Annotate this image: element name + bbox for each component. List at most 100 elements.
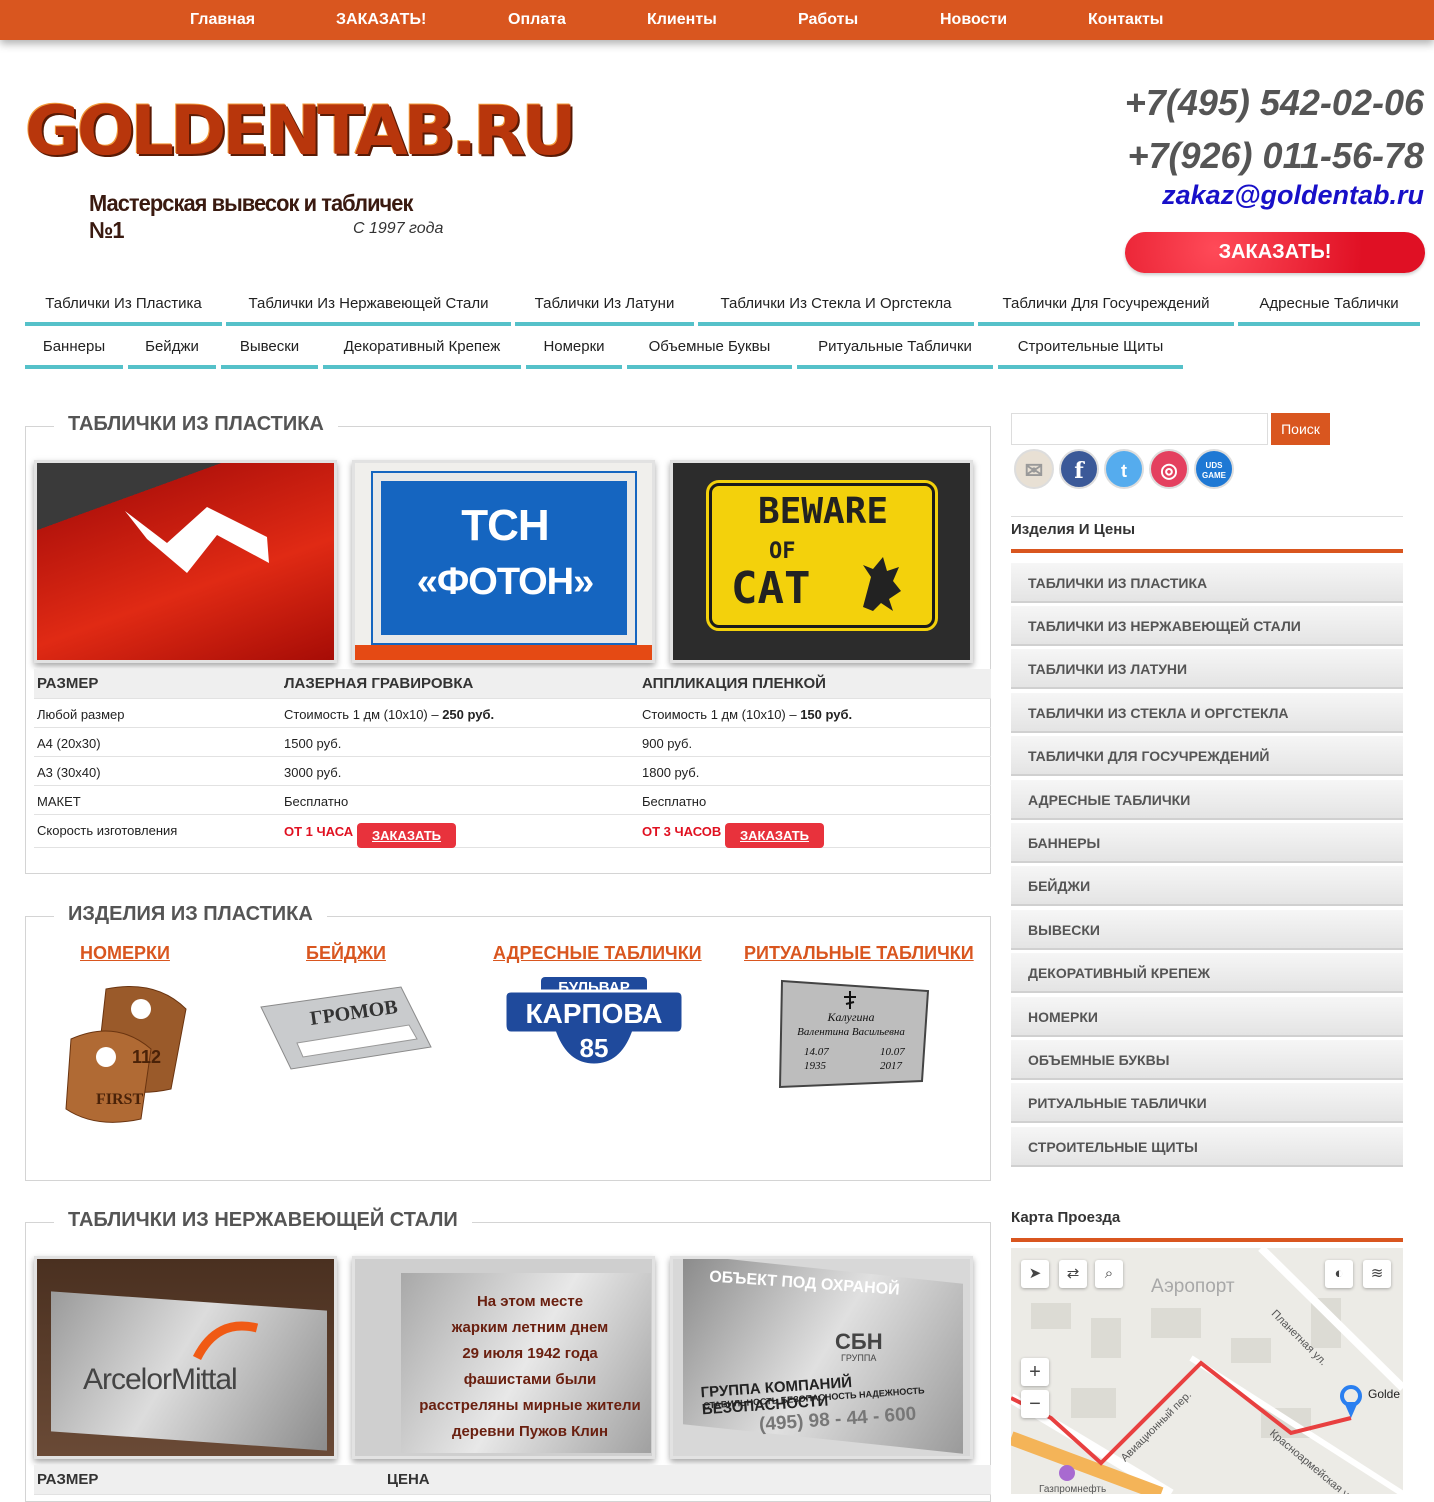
cat-plastic[interactable]: Таблички Из Пластика	[25, 286, 222, 326]
laser-order-button[interactable]: ЗАКАЗАТЬ	[357, 823, 457, 848]
steel-photo-security: ОБЪЕКТ ПОД ОХРАНОЙ СБН ГРУППА ГРУППА КОМ…	[670, 1256, 973, 1459]
products-section: ИЗДЕЛИЯ ИЗ ПЛАСТИКА НОМЕРКИ БЕЙДЖИ АДРЕС…	[25, 903, 991, 1181]
ritual-plaque-image[interactable]: Калугина Валентина Васильевна 14.07 1935…	[776, 977, 936, 1092]
ritual-name: Валентина Васильевна	[797, 1026, 905, 1038]
section-title: ИЗДЕЛИЯ ИЗ ПЛАСТИКА	[54, 903, 327, 926]
cat-banners[interactable]: Баннеры	[25, 329, 123, 369]
sidebar-item-numbers[interactable]: НОМЕРКИ	[1011, 997, 1403, 1037]
nav-home[interactable]: Главная	[190, 11, 255, 29]
nav-clients[interactable]: Клиенты	[647, 11, 717, 29]
nav-payment[interactable]: Оплата	[508, 11, 566, 29]
map-district: Аэропорт	[1151, 1276, 1235, 1297]
search-input[interactable]	[1011, 413, 1268, 445]
zoom-out-button[interactable]: −	[1021, 1390, 1049, 1418]
sidebar-item-brass[interactable]: ТАБЛИЧКИ ИЗ ЛАТУНИ	[1011, 649, 1403, 689]
cat-icon	[863, 557, 901, 611]
cat-fasteners[interactable]: Декоративный Крепеж	[323, 329, 521, 369]
sidebar-item-glass[interactable]: ТАБЛИЧКИ ИЗ СТЕКЛА И ОРГСТЕКЛА	[1011, 693, 1403, 733]
steel-table-header: РАЗМЕР ЦЕНА	[34, 1465, 991, 1495]
col-size: РАЗМЕР	[37, 1471, 99, 1488]
email-link[interactable]: zakaz@goldentab.ru	[1162, 180, 1424, 211]
map-place: Golde	[1368, 1387, 1401, 1401]
route-map[interactable]: Аэропорт Планетная ул. Авиационный пер. …	[1011, 1248, 1403, 1494]
cell-size: А4 (20х30)	[37, 736, 101, 751]
badge-image[interactable]: ГРОМОВ	[241, 977, 436, 1077]
cell-size: Любой размер	[37, 707, 125, 722]
sidebar-item-gov[interactable]: ТАБЛИЧКИ ДЛЯ ГОСУЧРЕЖДЕНИЙ	[1011, 736, 1403, 776]
phone-1[interactable]: +7(495) 542-02-06	[1125, 82, 1424, 124]
product-link-ritual[interactable]: РИТУАЛЬНЫЕ ТАБЛИЧКИ	[744, 943, 974, 964]
sidebar-item-banners[interactable]: БАННЕРЫ	[1011, 823, 1403, 863]
beware-line-3: CAT	[731, 563, 811, 614]
locate-icon[interactable]: ➤	[1021, 1260, 1049, 1288]
top-navigation: Главная ЗАКАЗАТЬ! Оплата Клиенты Работы …	[0, 0, 1434, 40]
sidebar-item-construction[interactable]: СТРОИТЕЛЬНЫЕ ЩИТЫ	[1011, 1127, 1403, 1167]
uds-game-icon[interactable]: UDS GAME	[1194, 449, 1234, 489]
order-button[interactable]: ЗАКАЗАТЬ!	[1125, 232, 1425, 273]
nav-news[interactable]: Новости	[940, 11, 1007, 29]
cat-steel[interactable]: Таблички Из Нержавеющей Стали	[226, 286, 511, 326]
product-link-numbers[interactable]: НОМЕРКИ	[80, 943, 170, 964]
sidebar-item-plastic[interactable]: ТАБЛИЧКИ ИЗ ПЛАСТИКА	[1011, 563, 1403, 603]
cat-glass[interactable]: Таблички Из Стекла И Оргстекла	[698, 286, 974, 326]
col-size: РАЗМЕР	[37, 675, 99, 692]
sidebar-item-letters[interactable]: ОБЪЕМНЫЕ БУКВЫ	[1011, 1040, 1403, 1080]
route-icon[interactable]: ⇄	[1059, 1260, 1087, 1288]
house-number: 85	[580, 1033, 609, 1063]
sidebar-item-fasteners[interactable]: ДЕКОРАТИВНЫЙ КРЕПЕЖ	[1011, 953, 1403, 993]
ritual-birth: 14.07	[804, 1046, 829, 1058]
nav-contacts[interactable]: Контакты	[1088, 11, 1163, 29]
cell-film: 1800 руб.	[642, 765, 700, 780]
sidebar-item-ritual[interactable]: РИТУАЛЬНЫЕ ТАБЛИЧКИ	[1011, 1083, 1403, 1123]
cat-badges[interactable]: Бейджи	[128, 329, 216, 369]
table-row: А4 (20х30) 1500 руб. 900 руб.	[34, 728, 991, 757]
nav-works[interactable]: Работы	[798, 11, 858, 29]
cat-letters[interactable]: Объемные Буквы	[627, 329, 792, 369]
layers-icon[interactable]: ≋	[1363, 1260, 1391, 1288]
map-poi: Газпромнефть	[1039, 1484, 1107, 1494]
beware-line-2: OF	[769, 539, 796, 564]
street-name: КАРПОВА	[526, 998, 663, 1029]
heading-underline	[1011, 1238, 1403, 1242]
sidebar-item-steel[interactable]: ТАБЛИЧКИ ИЗ НЕРЖАВЕЮЩЕЙ СТАЛИ	[1011, 606, 1403, 646]
product-link-address[interactable]: АДРЕСНЫЕ ТАБЛИЧКИ	[493, 943, 702, 964]
arcelor-logo-icon	[192, 1321, 259, 1361]
cat-numbers[interactable]: Номерки	[526, 329, 622, 369]
product-link-badges[interactable]: БЕЙДЖИ	[306, 943, 386, 964]
cat-gov[interactable]: Таблички Для Госучреждений	[978, 286, 1234, 326]
cat-address[interactable]: Адресные Таблички	[1238, 286, 1420, 326]
products-heading: Изделия И Цены	[1011, 521, 1136, 538]
instagram-icon[interactable]: ◎	[1149, 449, 1189, 489]
cat-construction[interactable]: Строительные Щиты	[998, 329, 1183, 369]
ritual-death: 10.07	[880, 1046, 905, 1058]
logo-wordmark: GOLDENTAB.RU	[25, 92, 577, 171]
mail-icon[interactable]: ✉	[1014, 449, 1054, 489]
cat-ritual[interactable]: Ритуальные Таблички	[797, 329, 993, 369]
steel-photo-memorial: На этом месте жарким летним днем 29 июля…	[352, 1256, 655, 1459]
site-logo[interactable]: GOLDENTAB.RU Мастерская вывесок и таблич…	[25, 92, 577, 243]
cat-signs[interactable]: Вывески	[221, 329, 318, 369]
film-order-button[interactable]: ЗАКАЗАТЬ	[725, 823, 825, 848]
tag-number: 112	[132, 1047, 161, 1067]
plastic-section: ТАБЛИЧКИ ИЗ ПЛАСТИКА ТСН «ФОТОН» BEWARE …	[25, 413, 991, 874]
search-button[interactable]: Поиск	[1271, 413, 1330, 445]
ritual-birth-year: 1935	[804, 1060, 827, 1072]
search-icon[interactable]: ⌕	[1095, 1260, 1123, 1288]
cat-brass[interactable]: Таблички Из Латуни	[515, 286, 694, 326]
facebook-icon[interactable]: f	[1059, 449, 1099, 489]
twitter-icon[interactable]: t	[1104, 449, 1144, 489]
street-sign-image[interactable]: БУЛЬВАР КАРПОВА 85	[501, 975, 687, 1067]
nav-order[interactable]: ЗАКАЗАТЬ!	[336, 11, 426, 29]
traffic-icon[interactable]: ◐	[1325, 1260, 1353, 1288]
cell-laser: 3000 руб.	[284, 765, 342, 780]
plastic-photo-tsn: ТСН «ФОТОН»	[352, 460, 655, 663]
phone-2[interactable]: +7(926) 011-56-78	[1127, 135, 1424, 177]
sidebar-item-signs[interactable]: ВЫВЕСКИ	[1011, 910, 1403, 950]
heading-underline	[1011, 549, 1403, 553]
zoom-in-button[interactable]: +	[1021, 1358, 1049, 1386]
sidebar-item-badges[interactable]: БЕЙДЖИ	[1011, 866, 1403, 906]
sidebar-item-address[interactable]: АДРЕСНЫЕ ТАБЛИЧКИ	[1011, 780, 1403, 820]
number-tags-image[interactable]: 112 FIRST	[56, 979, 196, 1129]
cell-film: 900 руб.	[642, 736, 693, 751]
table-row: МАКЕТ Бесплатно Бесплатно	[34, 786, 991, 815]
